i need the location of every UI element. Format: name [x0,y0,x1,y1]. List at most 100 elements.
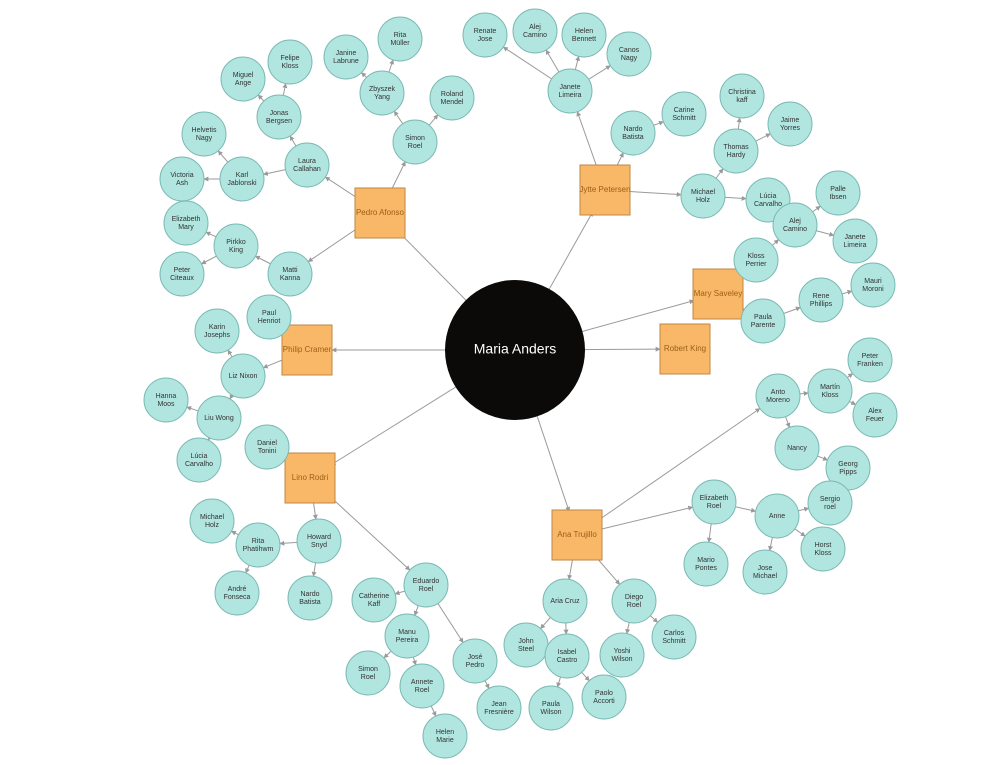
leaf-node[interactable]: DanielTonini [245,425,289,469]
leaf-node[interactable]: PalleIbsen [816,171,860,215]
leaf-node[interactable]: JanineLabrune [324,35,368,79]
hub-node[interactable]: Jytte Petersen [579,165,630,215]
leaf-node[interactable]: LúciaCarvalho [177,438,221,482]
leaf-label: JonasBergsen [266,110,292,125]
leaf-node[interactable]: JaneteLimeira [833,219,877,263]
leaf-node[interactable]: AntoMoreno [756,374,800,418]
leaf-node[interactable]: JoseMichael [743,550,787,594]
leaf-node[interactable]: NardoBatista [288,576,332,620]
leaf-node[interactable]: RolandMendel [430,76,474,120]
leaf-node[interactable]: ElizabethRoel [692,480,736,524]
leaf-node[interactable]: MichaelHolz [190,499,234,543]
leaf-label: HelenMarie [436,729,454,744]
leaf-label: CanosNagy [619,47,640,62]
leaf-node[interactable]: HannaMoos [144,378,188,422]
leaf-node[interactable]: LauraCallahan [285,143,329,187]
leaf-node[interactable]: Liu Wong [197,396,241,440]
leaf-node[interactable]: Liz Nixon [221,354,265,398]
leaf-node[interactable]: HorstKloss [801,527,845,571]
leaf-node[interactable]: JaneteLimeira [548,69,592,113]
leaf-label: Aria Cruz [550,598,580,605]
leaf-node[interactable]: SimonRoel [346,651,390,695]
leaf-node[interactable]: JonasBergsen [257,95,301,139]
leaf-node[interactable]: PirkkoKing [214,224,258,268]
leaf-node[interactable]: MarioPontes [684,542,728,586]
leaf-label: SimonRoel [358,666,378,681]
leaf-node[interactable]: CanosNagy [607,32,651,76]
leaf-node[interactable]: PeterCiteaux [160,252,204,296]
hub-label: Mary Saveley [694,289,742,298]
hub-label: Jytte Petersen [579,185,630,194]
leaf-label: NardoBatista [299,591,321,606]
leaf-node[interactable]: RitaPhatihwm [236,523,280,567]
leaf-node[interactable]: ManuPereira [385,614,429,658]
leaf-node[interactable]: PaulaWilson [529,686,573,730]
leaf-node[interactable]: CarineSchmitt [662,92,706,136]
leaf-node[interactable]: AnneteRoel [400,664,444,708]
leaf-node[interactable]: MattiKanna [268,252,312,296]
leaf-label: JaneteLimeira [844,234,867,249]
leaf-node[interactable]: ZbyszekYang [360,71,404,115]
leaf-node[interactable]: KlossPerrier [734,238,778,282]
leaf-node[interactable]: YoshiWilson [600,633,644,677]
leaf-node[interactable]: AlejCamino [773,203,817,247]
leaf-node[interactable]: PaoloAccorti [582,675,626,719]
leaf-node[interactable]: HelenBennett [562,13,606,57]
leaf-label: ThomasHardy [723,144,749,159]
leaf-node[interactable]: JoséPedro [453,639,497,683]
leaf-label: DanielTonini [257,440,277,455]
leaf-label: Nancy [787,445,807,452]
leaf-node[interactable]: Christinakaff [720,74,764,118]
hub-node[interactable]: Ana Trujillo [552,510,602,560]
leaf-node[interactable]: HelvetisNagy [182,112,226,156]
leaf-node[interactable]: MartínKloss [808,369,852,413]
leaf-node[interactable]: CatherineKaff [352,578,396,622]
leaf-label: JanineLabrune [333,50,359,65]
leaf-node[interactable]: CarlosSchmitt [652,615,696,659]
leaf-label: KlossPerrier [745,253,767,268]
leaf-node[interactable]: PaulaParente [741,299,785,343]
leaf-node[interactable]: AlejCamino [513,9,557,53]
leaf-node[interactable]: Anne [755,494,799,538]
leaf-node[interactable]: MichaelHolz [681,174,725,218]
leaf-node[interactable]: NardoBatista [611,111,655,155]
center-label: Maria Anders [474,341,556,357]
leaf-node[interactable]: IsabelCastro [545,634,589,678]
leaf-node[interactable]: JaimeYorres [768,102,812,146]
hub-node[interactable]: Pedro Afonso [355,188,405,238]
leaf-node[interactable]: HowardSnyd [297,519,341,563]
leaf-node[interactable]: PaulHenriot [247,295,291,339]
leaf-node[interactable]: ThomasHardy [714,129,758,173]
leaf-node[interactable]: RitaMüller [378,17,422,61]
leaf-label: CarlosSchmitt [662,630,685,645]
leaf-node[interactable]: JeanFresnière [477,686,521,730]
leaf-node[interactable]: FelipeKloss [268,40,312,84]
leaf-node[interactable]: Sergioroel [808,481,852,525]
leaf-node[interactable]: KarinJosephs [195,309,239,353]
leaf-node[interactable]: SimonRoel [393,120,437,164]
hub-node[interactable]: Mary Saveley [693,269,743,319]
leaf-node[interactable]: RenateJose [463,13,507,57]
leaf-node[interactable]: ElizabethMary [164,201,208,245]
leaf-node[interactable]: DiegoRoel [612,579,656,623]
leaf-node[interactable]: Aria Cruz [543,579,587,623]
leaf-node[interactable]: KarlJablonski [220,157,264,201]
leaf-node[interactable]: Nancy [775,426,819,470]
hub-node[interactable]: Robert King [660,324,710,374]
leaf-node[interactable]: AndréFonseca [215,571,259,615]
hub-node[interactable]: Lino Rodri [285,453,335,503]
hub-node[interactable]: Philip Cramer [282,325,332,375]
leaf-node[interactable]: EduardoRoel [404,563,448,607]
leaf-label: Liu Wong [204,415,234,422]
leaf-node[interactable]: RenePhillips [799,278,843,322]
leaf-node[interactable]: MiguelAnge [221,57,265,101]
leaf-node[interactable]: PeterFranken [848,338,892,382]
leaf-node[interactable]: HelenMarie [423,714,467,758]
network-diagram[interactable]: Maria AndersPedro AfonsoSimonRoelRolandM… [0,0,990,765]
center-node[interactable]: Maria Anders [445,280,585,420]
leaf-node[interactable]: AlexFeuer [853,393,897,437]
hub-label: Philip Cramer [283,345,332,354]
leaf-node[interactable]: JohnSteel [504,623,548,667]
leaf-node[interactable]: MauriMoroni [851,263,895,307]
leaf-node[interactable]: VictoriaAsh [160,157,204,201]
